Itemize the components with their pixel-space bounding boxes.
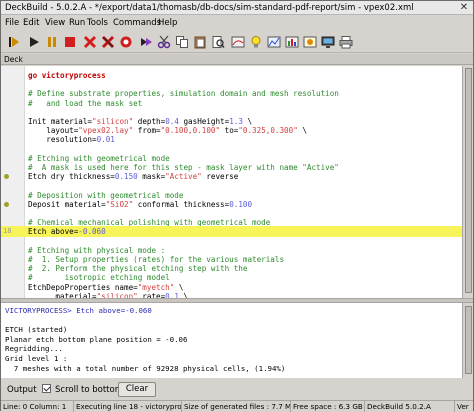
output-line: Regridding... — [5, 344, 63, 354]
output-console[interactable]: VICTORYPROCESS> Etch above=-0.060 ETCH (s… — [1, 303, 463, 378]
editor-scrollbar[interactable] — [464, 66, 473, 298]
plot4-icon[interactable] — [303, 35, 317, 49]
printer-icon[interactable] — [339, 35, 353, 49]
status-generated-size: Size of generated files : 7.7 MI — [184, 401, 291, 412]
output-scroll-thumb[interactable] — [465, 306, 472, 374]
code-text: material="silicon" rate=0.1 \ — [28, 291, 188, 298]
output-line: Grid level 1 : — [5, 354, 68, 363]
toolbar — [1, 31, 473, 53]
scroll-to-bottom-label[interactable]: Scroll to bottom — [55, 385, 123, 395]
find-icon[interactable] — [211, 35, 225, 49]
breakpoint-marker-icon[interactable] — [4, 174, 9, 180]
deck-panel-header: Deck — [1, 54, 473, 65]
output-label: Output — [7, 385, 37, 395]
status-version: DeckBuild 5.0.2.A — [365, 401, 455, 412]
menu-view[interactable]: View — [45, 18, 65, 28]
window-title: DeckBuild - 5.0.2.A - */export/data1/tho… — [5, 3, 414, 13]
copy-icon[interactable] — [175, 35, 189, 49]
status-tail: Ver — [457, 402, 469, 411]
kill-icon[interactable] — [83, 35, 97, 49]
menu-file[interactable]: File — [5, 18, 19, 28]
plot2-icon[interactable] — [267, 35, 281, 49]
menu-edit[interactable]: Edit — [23, 18, 39, 28]
run-icon[interactable] — [27, 35, 41, 49]
output-line: Planar etch bottom plane position = -0.0… — [5, 334, 188, 344]
cut-icon[interactable] — [157, 35, 171, 49]
idea-icon[interactable] — [249, 35, 263, 49]
output-line: 7 meshes with a total number of 92928 ph… — [5, 363, 286, 373]
editor-scroll-thumb[interactable] — [465, 68, 472, 293]
output-scrollbar[interactable] — [464, 303, 473, 378]
deckbuild-window: DeckBuild - 5.0.2.A - */export/data1/tho… — [0, 0, 474, 412]
output-line: ETCH (started) — [5, 325, 68, 335]
pause-icon[interactable] — [45, 35, 59, 49]
breakpoint-icon[interactable] — [119, 35, 133, 49]
close-icon[interactable]: ✕ — [458, 2, 470, 14]
restart-icon[interactable] — [101, 35, 115, 49]
stop-icon[interactable] — [63, 35, 77, 49]
menu-commands[interactable]: Commands — [113, 18, 161, 28]
menu-help[interactable]: Help — [158, 18, 177, 28]
output-controls: Output Scroll to bottom Clear — [1, 380, 473, 398]
plot3-icon[interactable] — [285, 35, 299, 49]
monitor-icon[interactable] — [321, 35, 335, 49]
status-executing: Executing line 18 - victorypro — [76, 401, 182, 412]
deck-label: Deck — [4, 55, 23, 64]
code-line[interactable]: material="silicon" rate=0.1 \ — [1, 291, 462, 298]
paste-icon[interactable] — [193, 35, 207, 49]
title-bar[interactable]: DeckBuild - 5.0.2.A - */export/data1/tho… — [1, 1, 473, 15]
clear-button[interactable]: Clear — [118, 382, 156, 397]
run-to-icon[interactable] — [139, 35, 153, 49]
menu-run[interactable]: Run — [69, 18, 85, 28]
menu-tools[interactable]: Tools — [87, 18, 108, 28]
output-line: VICTORYPROCESS> Etch above=-0.060 — [5, 306, 152, 315]
deck-editor[interactable]: go victoryprocess # Define substrate prop… — [1, 66, 463, 298]
step-icon[interactable] — [7, 35, 21, 49]
status-position: Line: 0 Column: 1 — [1, 401, 74, 412]
scroll-to-bottom-checkbox[interactable] — [42, 384, 51, 393]
tonyplot-icon[interactable] — [231, 35, 245, 49]
breakpoint-marker-icon[interactable] — [4, 201, 9, 207]
status-free-space: Free space : 6.3 GB — [291, 401, 365, 412]
menu-bar: File Edit View Run Tools Commands Help — [1, 16, 473, 30]
status-bar: Line: 0 Column: 1 Executing line 18 - vi… — [1, 400, 473, 412]
